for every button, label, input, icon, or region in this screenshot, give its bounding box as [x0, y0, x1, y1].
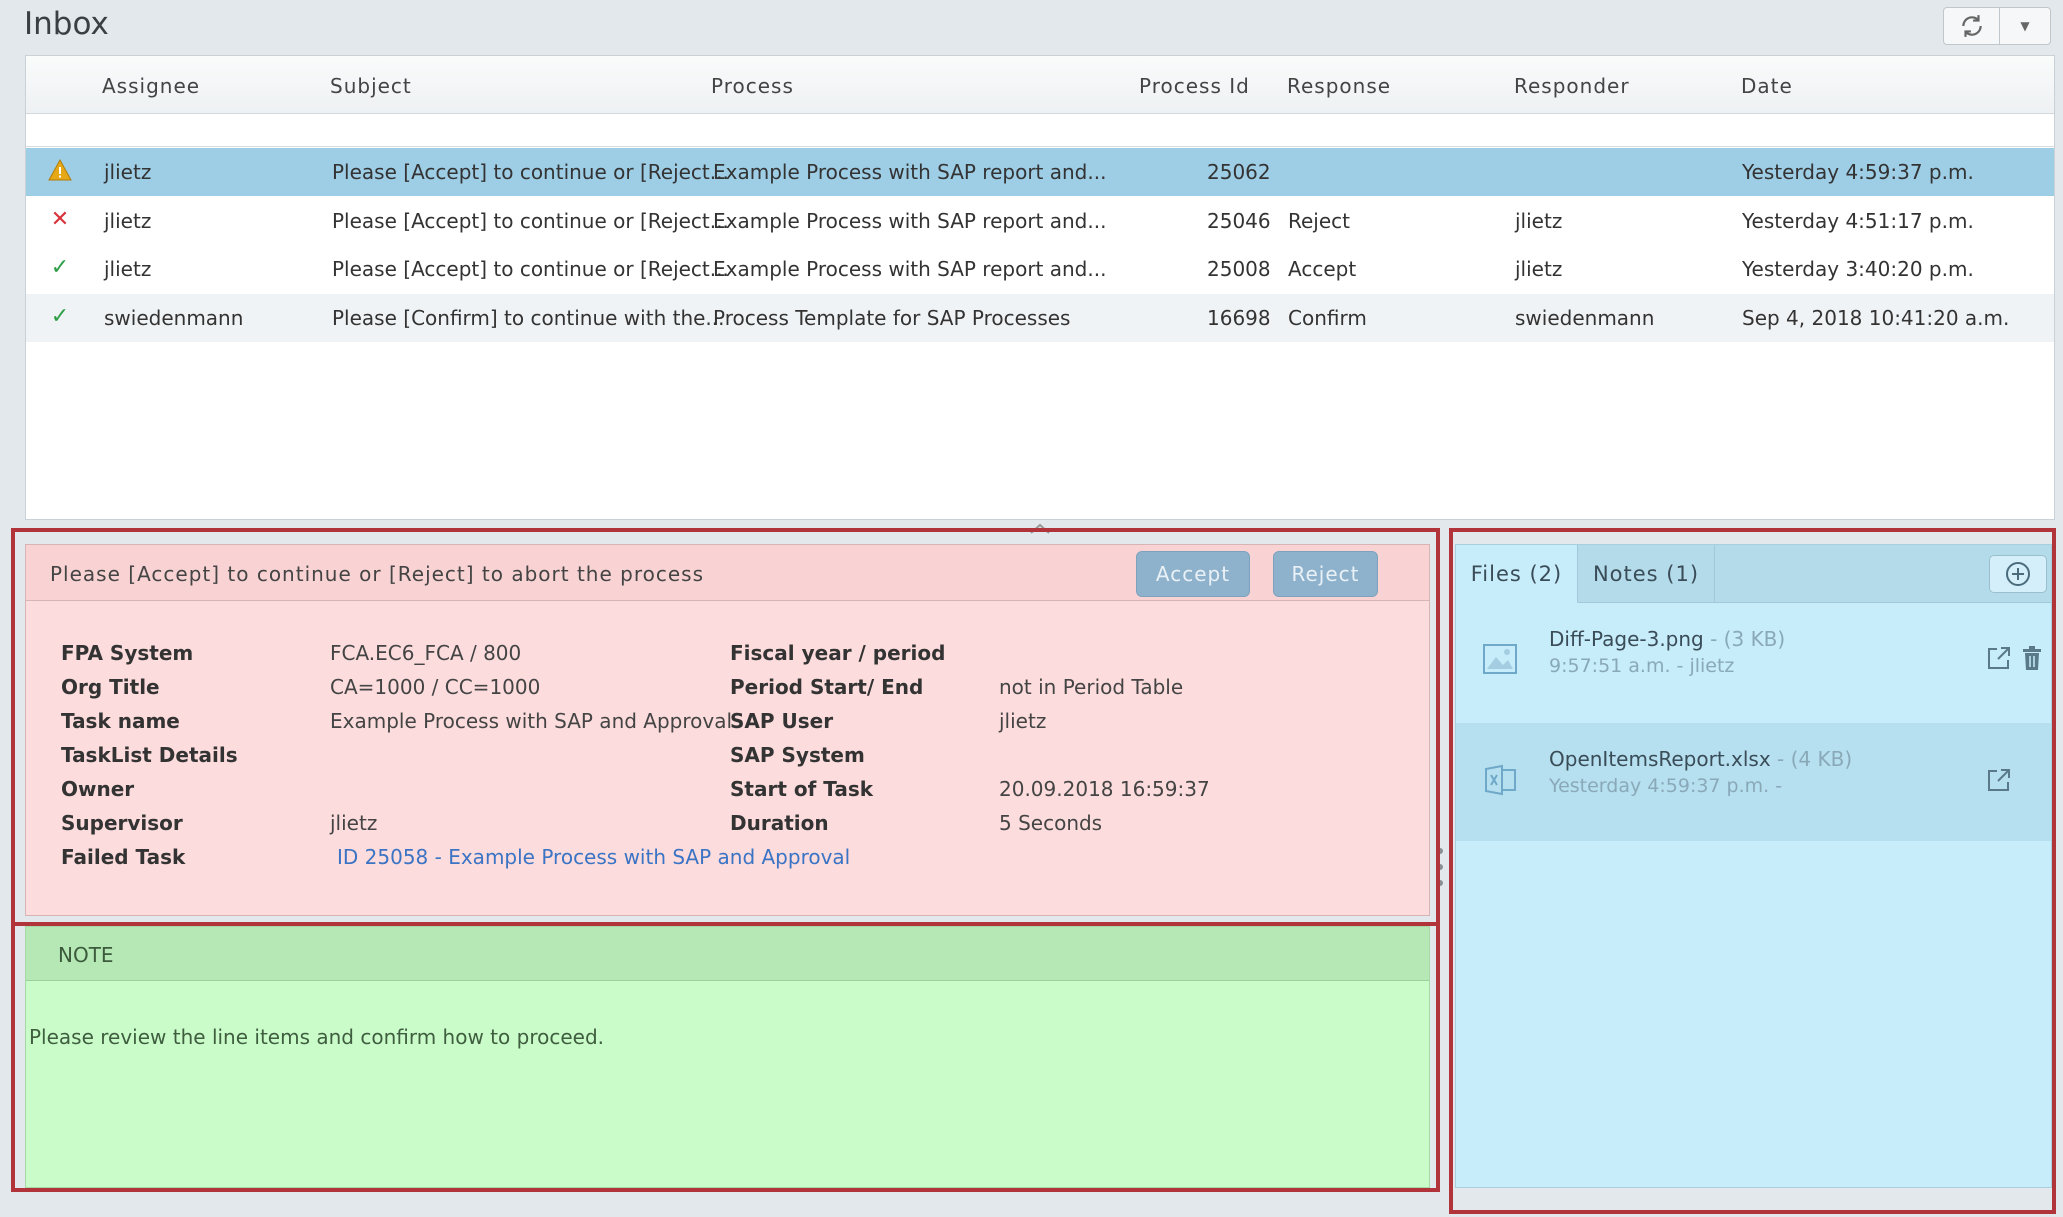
cell-process-id: 16698 — [1207, 306, 1271, 330]
check-icon: ✓ — [50, 303, 70, 329]
table-row[interactable]: ✕ jlietz Please [Accept] to continue or … — [26, 197, 2054, 245]
cell-assignee: jlietz — [104, 209, 152, 233]
page-title: Inbox — [24, 6, 109, 42]
cell-date: Yesterday 3:40:20 p.m. — [1742, 257, 1974, 281]
cell-subject: Please [Accept] to continue or [Reject..… — [332, 257, 729, 281]
table-row[interactable]: ✓ jlietz Please [Accept] to continue or … — [26, 245, 2054, 293]
cell-subject: Please [Accept] to continue or [Reject..… — [332, 209, 729, 233]
cell-response: Reject — [1288, 209, 1351, 233]
cell-assignee: jlietz — [104, 160, 152, 184]
inbox-table: Assignee Subject Process Process Id Resp… — [25, 55, 2055, 520]
cell-subject: Please [Confirm] to continue with the... — [332, 306, 725, 330]
cell-date: Yesterday 4:51:17 p.m. — [1742, 209, 1974, 233]
cell-process-id: 25046 — [1207, 209, 1271, 233]
cell-process-id: 25008 — [1207, 257, 1271, 281]
cell-responder: swiedenmann — [1515, 306, 1655, 330]
cell-responder: jlietz — [1515, 209, 1563, 233]
caret-down-icon: ▼ — [2020, 19, 2030, 33]
column-header-assignee[interactable]: Assignee — [102, 74, 200, 98]
cell-process: Example Process with SAP report and... — [713, 160, 1107, 184]
cell-subject: Please [Accept] to continue or [Reject..… — [332, 160, 729, 184]
table-header: Assignee Subject Process Process Id Resp… — [26, 56, 2054, 114]
cell-process-id: 25062 — [1207, 160, 1271, 184]
cell-process: Example Process with SAP report and... — [713, 257, 1107, 281]
refresh-button[interactable] — [1944, 8, 2000, 44]
cross-icon: ✕ — [50, 206, 70, 232]
column-header-process[interactable]: Process — [711, 74, 794, 98]
cell-date: Yesterday 4:59:37 p.m. — [1742, 160, 1974, 184]
cell-assignee: jlietz — [104, 257, 152, 281]
column-header-date[interactable]: Date — [1741, 74, 1793, 98]
warning-icon — [48, 158, 72, 182]
cell-assignee: swiedenmann — [104, 306, 244, 330]
column-header-responder[interactable]: Responder — [1514, 74, 1630, 98]
highlight-box-note — [11, 922, 1440, 1192]
cell-responder: jlietz — [1515, 257, 1563, 281]
column-header-process-id[interactable]: Process Id — [1139, 74, 1250, 98]
table-row[interactable]: jlietz Please [Accept] to continue or [R… — [26, 148, 2054, 196]
filter-row[interactable] — [26, 114, 2054, 147]
column-header-subject[interactable]: Subject — [330, 74, 412, 98]
refresh-icon — [1961, 15, 1982, 37]
table-row[interactable]: ✓ swiedenmann Please [Confirm] to contin… — [26, 294, 2054, 342]
cell-response: Confirm — [1288, 306, 1367, 330]
cell-process: Process Template for SAP Processes — [713, 306, 1071, 330]
toolbar-buttons: ▼ — [1943, 7, 2051, 45]
column-header-response[interactable]: Response — [1287, 74, 1391, 98]
cell-date: Sep 4, 2018 10:41:20 a.m. — [1742, 306, 2010, 330]
highlight-box-detail — [11, 528, 1440, 926]
dropdown-button[interactable]: ▼ — [2000, 8, 2050, 44]
cell-process: Example Process with SAP report and... — [713, 209, 1107, 233]
check-icon: ✓ — [50, 254, 70, 280]
highlight-box-attachments — [1449, 528, 2056, 1214]
cell-response: Accept — [1288, 257, 1357, 281]
